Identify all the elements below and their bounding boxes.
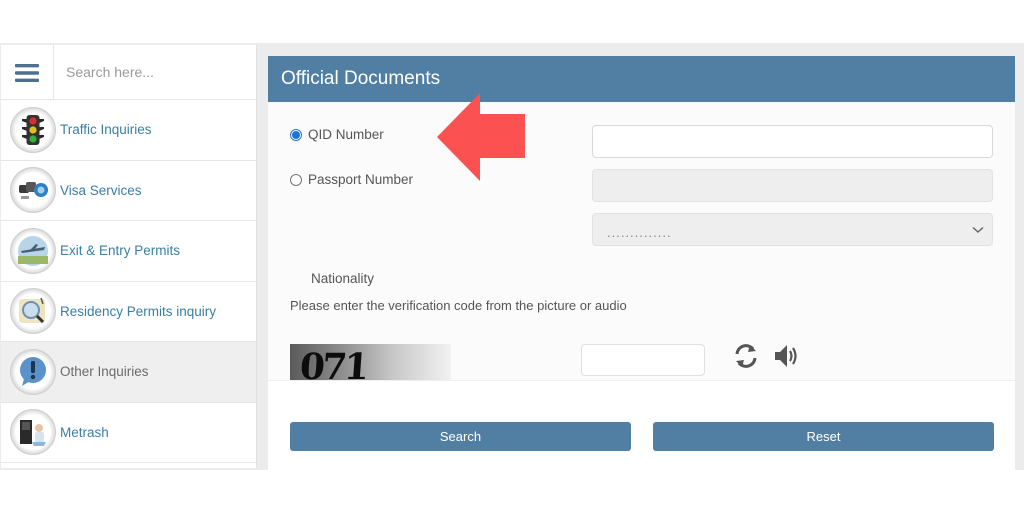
exclamation-bubble-icon [10,348,56,395]
sidebar-item-label: Metrash [60,424,109,440]
hamburger-menu-icon [15,63,39,82]
refresh-icon [735,344,757,368]
nationality-label: Nationality [311,271,375,286]
sidebar-item-traffic-inquiries[interactable]: Traffic Inquiries [1,100,256,161]
verification-hint: Please enter the verification code from … [290,298,627,313]
sidebar-item-label: Exit & Entry Permits [60,243,181,259]
audio-captcha-button[interactable] [772,342,800,375]
sidebar-item-metrash[interactable]: Metrash [1,403,256,463]
captcha-input[interactable] [581,344,705,376]
refresh-captcha-button[interactable] [732,342,760,375]
metrash-kiosk-icon [10,409,56,456]
reset-button[interactable]: Reset [653,422,994,451]
sidebar-search-input[interactable] [54,45,256,99]
sidebar-item-label: Visa Services [60,182,142,198]
sidebar-item-label: Traffic Inquiries [60,122,152,138]
airplane-icon [10,227,56,274]
magnifier-document-icon [10,288,56,335]
passport-number-option[interactable]: Passport Number [290,172,413,187]
qid-number-radio[interactable] [290,128,302,141]
panel-form: QID Number Passport Number Nationality .… [268,102,1015,398]
qid-number-label: QID Number [308,127,384,142]
sidebar-item-residency-permits[interactable]: Residency Permits inquiry [1,282,256,342]
sidebar: Traffic Inquiries Visa Services Exit & E… [1,45,257,468]
sidebar-item-exit-entry-permits[interactable]: Exit & Entry Permits [1,221,256,282]
nationality-selected-value: .............. [607,225,672,240]
qid-number-option[interactable]: QID Number [290,127,384,142]
menu-button[interactable] [1,45,54,100]
speaker-icon [775,345,797,367]
visa-services-icon [10,167,56,214]
qid-number-input[interactable] [592,125,993,158]
nationality-select[interactable]: .............. [592,213,993,246]
panel-title: Official Documents [268,56,1015,102]
official-documents-panel: Official Documents QID Number Passport N… [268,56,1015,470]
sidebar-item-label: Residency Permits inquiry [60,303,217,319]
search-button[interactable]: Search [290,422,631,451]
passport-number-radio[interactable] [290,173,302,186]
sidebar-item-other-inquiries[interactable]: Other Inquiries [1,342,256,403]
traffic-light-icon [10,106,56,153]
sidebar-item-label: Other Inquiries [60,364,149,380]
sidebar-item-visa-services[interactable]: Visa Services [1,161,256,221]
passport-number-label: Passport Number [308,172,414,187]
chevron-down-icon [972,226,984,233]
sidebar-header [1,45,256,100]
passport-number-input[interactable] [592,169,993,202]
